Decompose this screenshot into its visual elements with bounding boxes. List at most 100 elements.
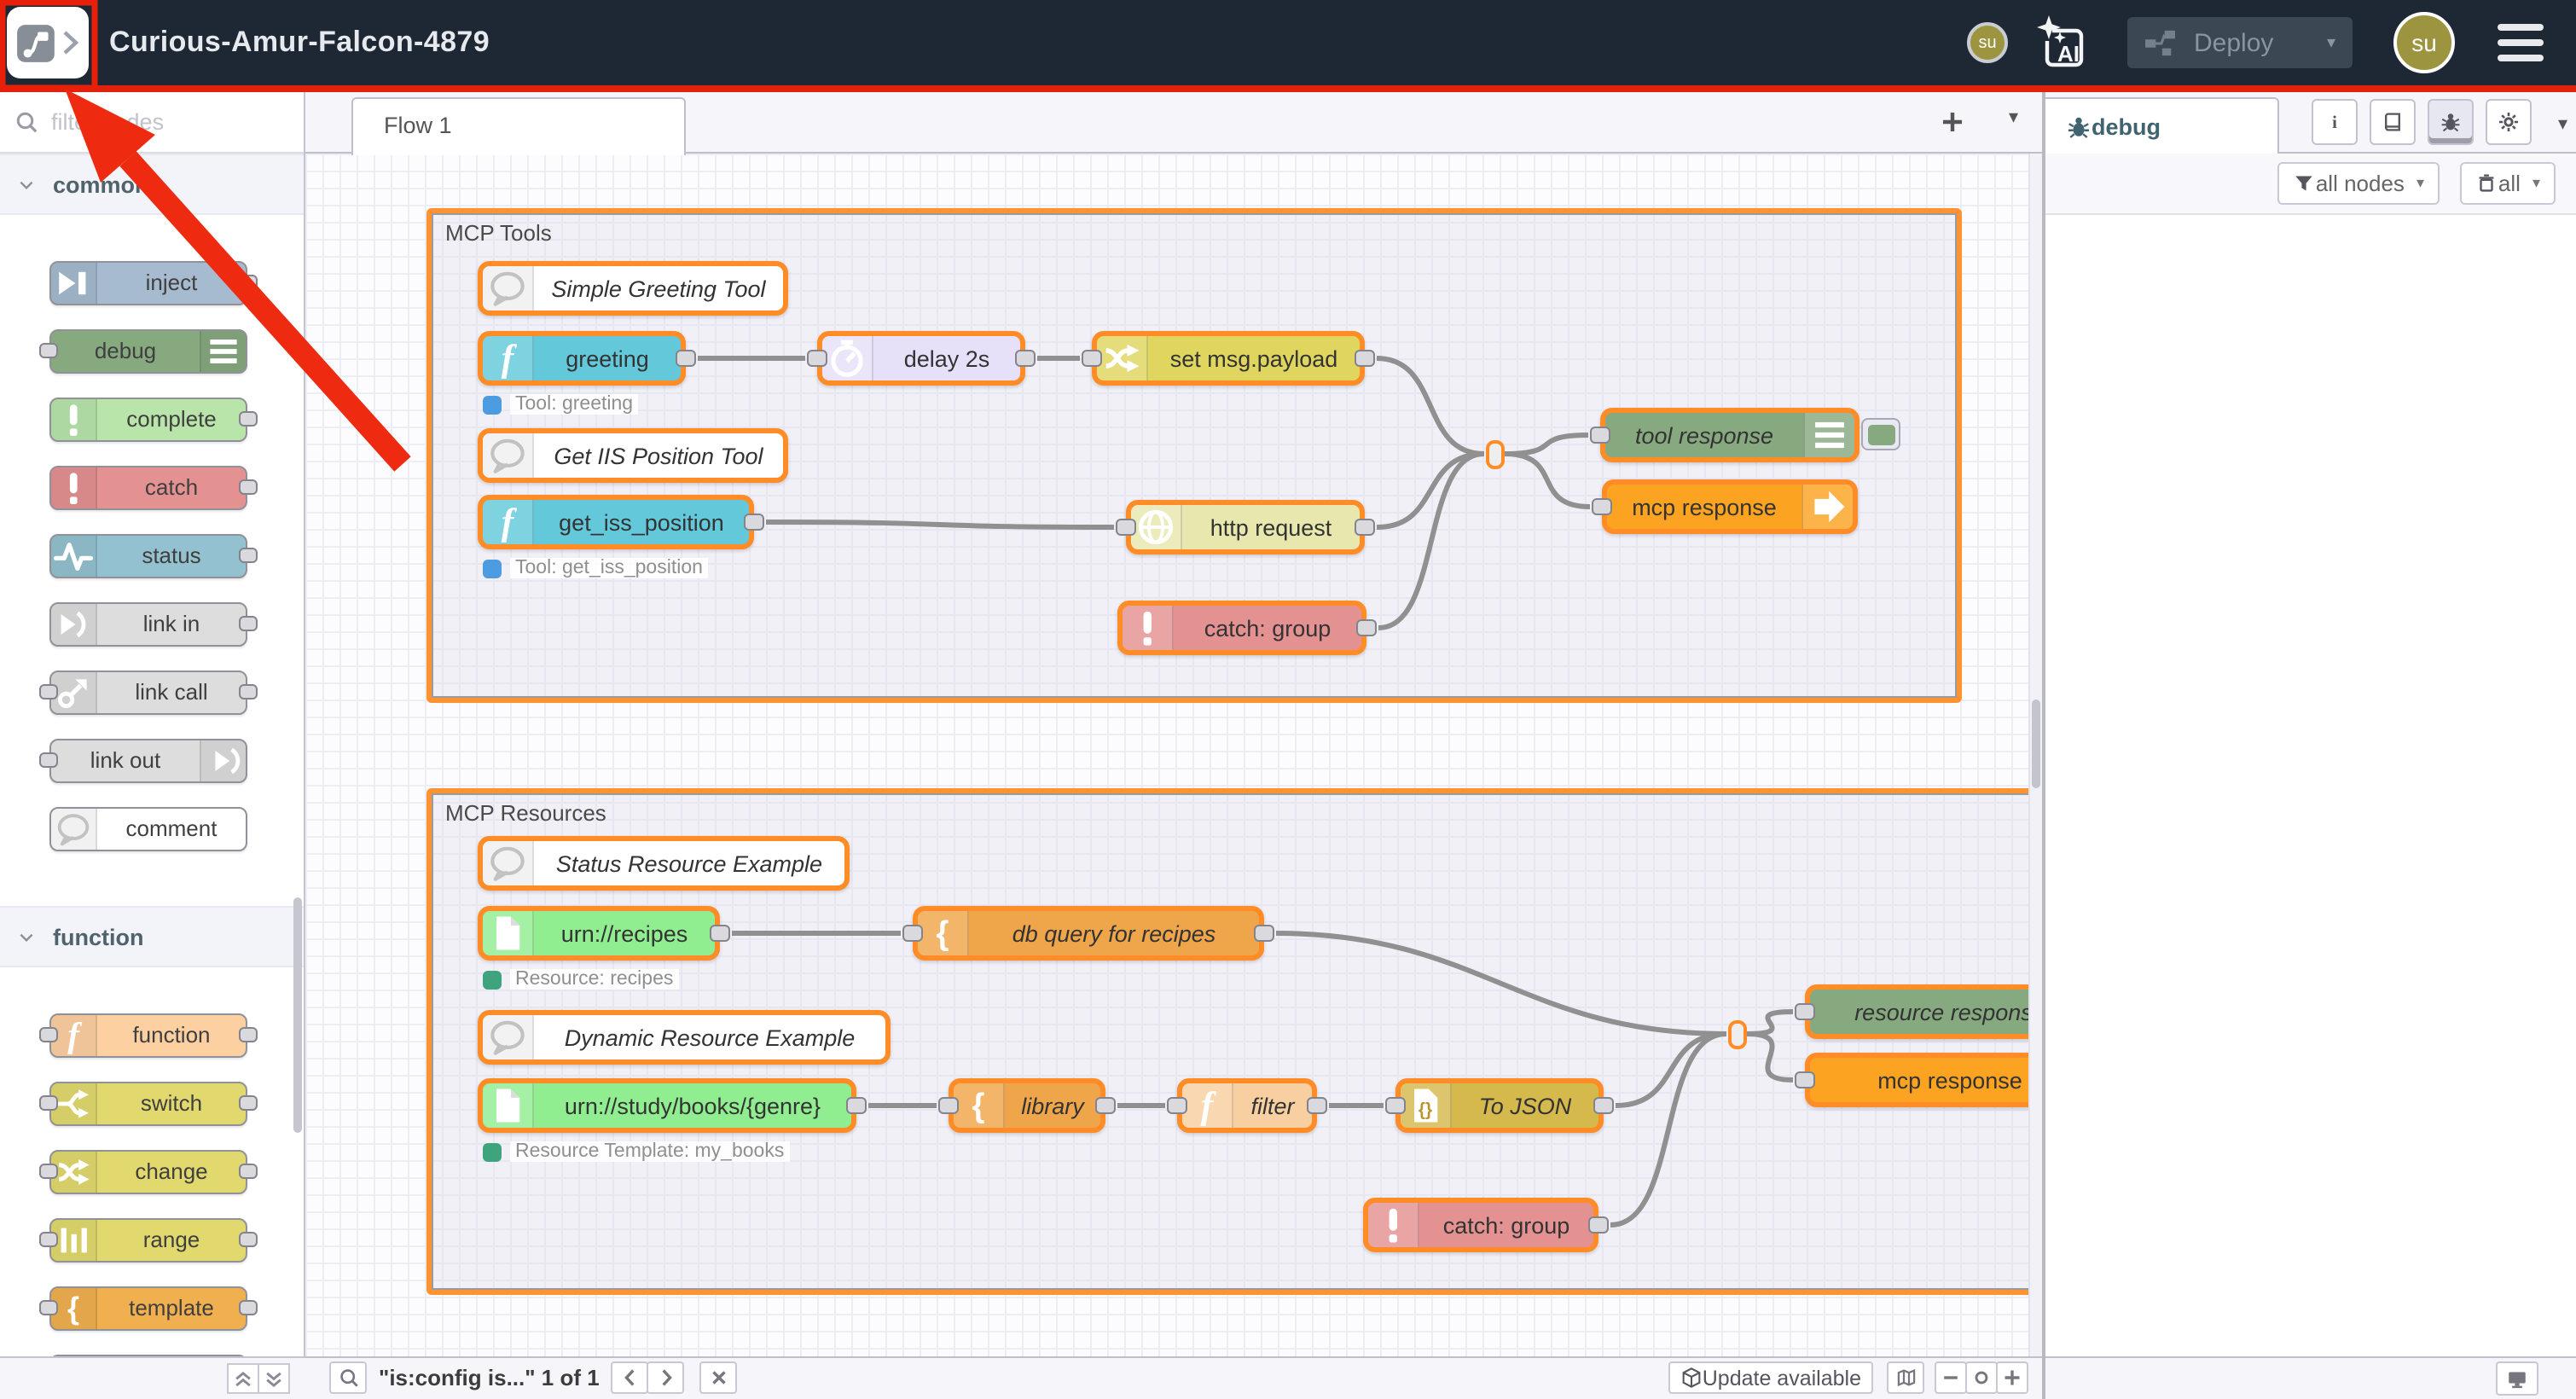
wire-junction[interactable] bbox=[1727, 1019, 1746, 1048]
node-input-port[interactable] bbox=[39, 1232, 58, 1247]
node-output-port[interactable] bbox=[239, 479, 258, 495]
deploy-caret-icon[interactable]: ▾ bbox=[2327, 33, 2335, 52]
node-output-port[interactable] bbox=[239, 616, 258, 631]
flow-node-mcp_resp1[interactable]: mcp response bbox=[1602, 479, 1858, 534]
palette-node-status[interactable]: status bbox=[49, 534, 247, 578]
palette-section-common[interactable]: common bbox=[0, 154, 304, 215]
palette-node-function[interactable]: ffunction bbox=[49, 1013, 247, 1058]
palette-node-comment[interactable]: comment bbox=[49, 807, 247, 851]
palette-scrollbar[interactable] bbox=[293, 897, 302, 1133]
palette-node-complete[interactable]: complete bbox=[49, 398, 247, 442]
node-output-port[interactable] bbox=[239, 1027, 258, 1042]
wire[interactable] bbox=[766, 522, 1114, 527]
node-input-port[interactable] bbox=[39, 684, 58, 700]
node-input-port[interactable] bbox=[39, 752, 58, 768]
flow-node-filter1[interactable]: ffilter bbox=[1177, 1078, 1317, 1133]
flow-node-catch1[interactable]: catch: group bbox=[1117, 601, 1366, 655]
node-input-port[interactable] bbox=[902, 925, 923, 942]
sidebar-splitter[interactable] bbox=[2042, 92, 2045, 1399]
palette-node-debug[interactable]: debug bbox=[49, 329, 247, 374]
sidebar-menu-caret[interactable]: ▾ bbox=[2558, 113, 2567, 135]
node-input-port[interactable] bbox=[1795, 1003, 1815, 1020]
info-tab-button[interactable]: i bbox=[2312, 99, 2358, 145]
palette-search[interactable]: filter nodes bbox=[0, 92, 304, 154]
user-avatar[interactable]: su bbox=[2393, 12, 2455, 73]
zoom-out-button[interactable] bbox=[1935, 1361, 1967, 1394]
flow-node-delay2[interactable]: delay 2s bbox=[817, 331, 1025, 386]
palette-node-catch[interactable]: catch bbox=[49, 466, 247, 510]
wire[interactable] bbox=[1747, 1012, 1793, 1034]
palette-node-link-call[interactable]: link call bbox=[49, 670, 247, 715]
open-debug-window-button[interactable] bbox=[2496, 1361, 2538, 1396]
deploy-button[interactable]: Deploy ▾ bbox=[2127, 17, 2353, 68]
flow-node-c4[interactable]: Dynamic Resource Example bbox=[478, 1010, 891, 1065]
node-output-port[interactable] bbox=[846, 1097, 867, 1114]
node-output-port[interactable] bbox=[239, 1095, 258, 1111]
flow-node-lib1[interactable]: {library bbox=[949, 1078, 1105, 1133]
node-output-port[interactable] bbox=[1307, 1097, 1327, 1114]
node-output-port[interactable] bbox=[744, 514, 764, 531]
palette-section-function[interactable]: function bbox=[0, 906, 304, 967]
palette-list[interactable]: common inject debug complete catch status link… bbox=[0, 154, 304, 1356]
add-flow-button[interactable] bbox=[1938, 107, 1967, 136]
search-next-button[interactable] bbox=[647, 1361, 685, 1394]
node-output-port[interactable] bbox=[239, 1300, 258, 1315]
wire[interactable] bbox=[1377, 358, 1484, 454]
palette-node-link-in[interactable]: link in bbox=[49, 602, 247, 647]
canvas-search-button[interactable] bbox=[329, 1361, 367, 1394]
debug-tab-button[interactable] bbox=[2428, 99, 2474, 145]
palette-node-link-out[interactable]: link out bbox=[49, 739, 247, 783]
config-tab-button[interactable] bbox=[2486, 99, 2532, 145]
node-output-port[interactable] bbox=[239, 1164, 258, 1179]
main-menu-button[interactable] bbox=[2498, 22, 2544, 63]
node-input-port[interactable] bbox=[1592, 498, 1612, 515]
node-output-port[interactable] bbox=[1095, 1097, 1116, 1114]
node-input-port[interactable] bbox=[39, 343, 58, 358]
flow-node-tojson[interactable]: {}To JSON bbox=[1395, 1078, 1604, 1133]
wire[interactable] bbox=[1505, 454, 1590, 507]
node-input-port[interactable] bbox=[1385, 1097, 1406, 1114]
node-output-port[interactable] bbox=[1355, 519, 1375, 536]
flow-node-res_resp[interactable]: resource response bbox=[1805, 984, 2028, 1039]
node-input-port[interactable] bbox=[39, 1095, 58, 1111]
canvas-vertical-scrollbar[interactable] bbox=[2028, 154, 2042, 1356]
wire[interactable] bbox=[1610, 1034, 1726, 1225]
node-input-port[interactable] bbox=[1167, 1097, 1187, 1114]
flow-node-db1[interactable]: {db query for recipes bbox=[913, 906, 1264, 961]
search-prev-button[interactable] bbox=[612, 1361, 649, 1394]
node-input-port[interactable] bbox=[39, 1027, 58, 1042]
node-input-port[interactable] bbox=[1082, 350, 1102, 367]
node-output-port[interactable] bbox=[239, 684, 258, 700]
debug-enable-toggle[interactable] bbox=[1861, 418, 1900, 450]
zoom-in-button[interactable] bbox=[1996, 1361, 2028, 1394]
wire-junction[interactable] bbox=[1485, 439, 1504, 468]
node-input-port[interactable] bbox=[807, 350, 827, 367]
node-output-port[interactable] bbox=[239, 411, 258, 427]
flow-node-greeting[interactable]: fgreeting bbox=[478, 331, 686, 386]
tab-flow-1[interactable]: Flow 1 bbox=[351, 97, 686, 155]
flow-node-http1[interactable]: http request bbox=[1126, 500, 1365, 554]
node-input-port[interactable] bbox=[39, 1164, 58, 1179]
node-output-port[interactable] bbox=[239, 1232, 258, 1247]
flow-canvas[interactable]: MCP ToolsMCP ResourcesSimple Greeting To… bbox=[305, 154, 2028, 1356]
flow-node-books[interactable]: urn://study/books/{genre} bbox=[478, 1078, 856, 1133]
zoom-reset-button[interactable] bbox=[1965, 1361, 1998, 1394]
wire[interactable] bbox=[1505, 435, 1588, 454]
palette-node-range[interactable]: range bbox=[49, 1218, 247, 1263]
flow-node-c3[interactable]: Status Resource Example bbox=[478, 836, 850, 891]
flow-node-mcp_resp2[interactable]: mcp response bbox=[1805, 1053, 2028, 1107]
palette-node-switch[interactable]: switch bbox=[49, 1082, 247, 1126]
wire[interactable] bbox=[1276, 933, 1726, 1034]
palette-node-template[interactable]: {template bbox=[49, 1286, 247, 1331]
flow-node-catch2[interactable]: catch: group bbox=[1363, 1198, 1598, 1252]
help-tab-button[interactable] bbox=[2370, 99, 2416, 145]
node-output-port[interactable] bbox=[1254, 925, 1274, 942]
palette-node-inject[interactable]: inject bbox=[49, 261, 247, 305]
sidebar-toggle-button[interactable] bbox=[7, 7, 89, 78]
node-input-port[interactable] bbox=[39, 1300, 58, 1315]
ai-assistant-button[interactable]: AI bbox=[2032, 14, 2093, 72]
wire[interactable] bbox=[1616, 1034, 1726, 1106]
flow-node-c1[interactable]: Simple Greeting Tool bbox=[478, 261, 788, 316]
flow-list-caret[interactable]: ▾ bbox=[2009, 106, 2018, 128]
flow-node-iss[interactable]: fget_iss_position bbox=[478, 495, 754, 549]
